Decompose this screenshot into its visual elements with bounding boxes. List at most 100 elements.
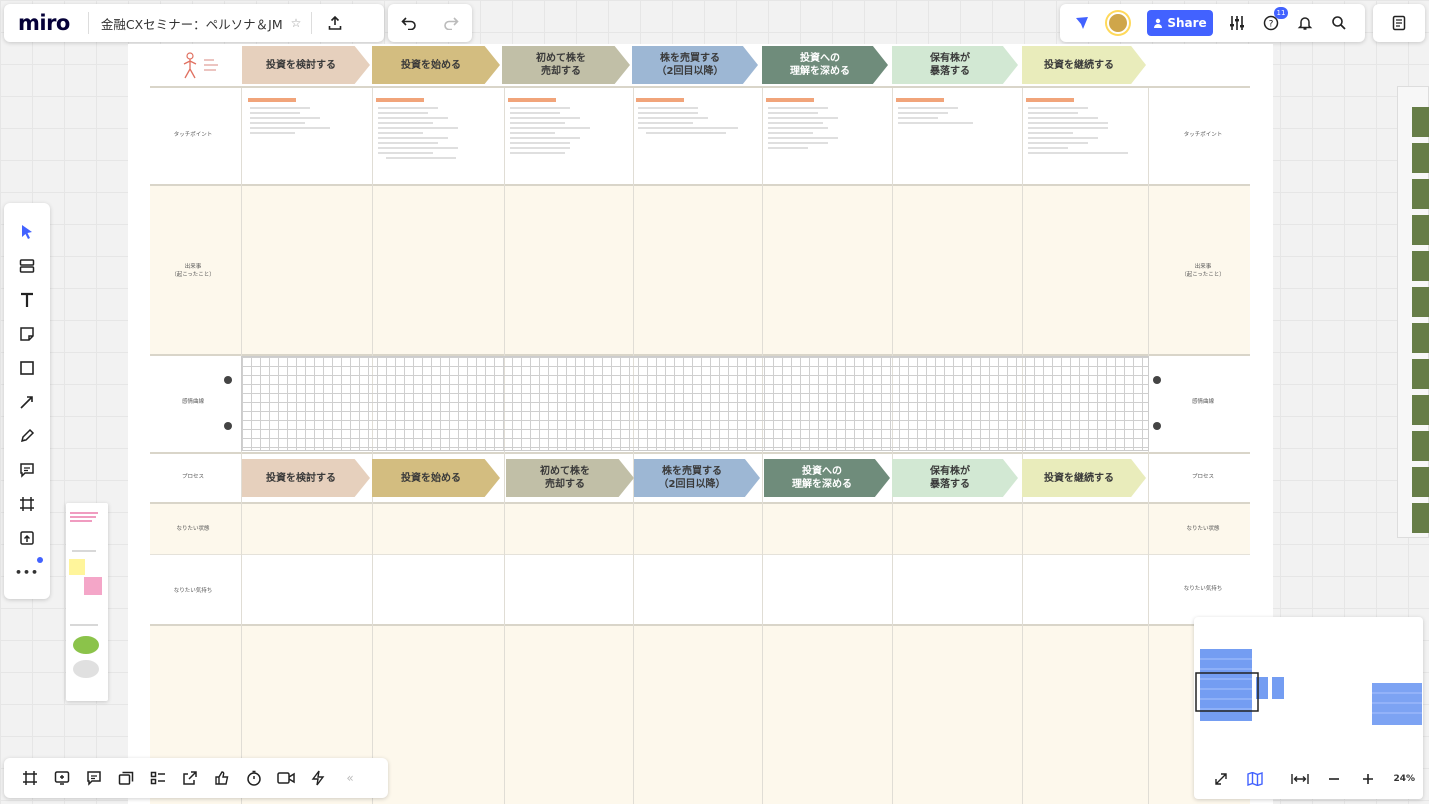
connection-line-icon[interactable] — [10, 387, 44, 417]
touchpoint-note-1[interactable] — [248, 96, 338, 147]
stage-label: 初めて株を 売却する — [536, 53, 586, 77]
stage-arrow-7[interactable]: 投資を継続する — [1022, 46, 1146, 84]
touchpoint-note-5[interactable] — [766, 96, 856, 167]
journey-map-board[interactable]: 投資を検討する 投資を始める 初めて株を 売却する 株を売買する （2回目以降）… — [128, 44, 1273, 804]
templates-icon[interactable] — [10, 251, 44, 281]
cards-icon[interactable] — [114, 766, 138, 790]
stage-arrow-1[interactable]: 投資を検討する — [242, 46, 370, 84]
collapse-toolbar-button[interactable]: « — [338, 766, 362, 790]
redo-icon[interactable] — [439, 11, 463, 35]
miro-logo[interactable]: miro — [18, 11, 70, 35]
user-icon — [1154, 18, 1163, 28]
strip-card[interactable] — [1412, 503, 1429, 533]
cursor-follow-icon[interactable] — [1070, 11, 1094, 35]
frame-icon[interactable] — [18, 766, 42, 790]
strip-card[interactable] — [1412, 323, 1429, 353]
video-icon[interactable] — [274, 766, 298, 790]
process-arrow-3[interactable]: 初めて株を 売却する — [506, 459, 634, 497]
strip-card[interactable] — [1412, 251, 1429, 281]
screen-share-icon[interactable] — [50, 766, 74, 790]
stage-label: 保有株が 暴落する — [930, 53, 970, 77]
comment-icon[interactable] — [82, 766, 106, 790]
negative-marker — [224, 422, 232, 430]
strip-card[interactable] — [1412, 107, 1429, 137]
collaboration-toolbar: « — [4, 758, 388, 798]
stage-arrow-5[interactable]: 投資への 理解を深める — [762, 46, 888, 84]
zoom-level[interactable]: 24% — [1393, 774, 1415, 784]
touchpoint-note-2[interactable] — [376, 96, 476, 177]
process-arrow-6[interactable]: 保有株が 暴落する — [892, 459, 1018, 497]
touchpoint-note-4[interactable] — [636, 96, 746, 147]
fullscreen-icon[interactable] — [1209, 767, 1233, 791]
fit-to-screen-icon[interactable] — [1288, 767, 1312, 791]
row-label-ideal-state: なりたい状態 — [176, 526, 210, 532]
comment-icon[interactable] — [10, 455, 44, 485]
side-frame-strip[interactable] — [1397, 86, 1429, 538]
strip-card[interactable] — [1412, 179, 1429, 209]
avatar[interactable] — [1107, 12, 1129, 34]
stage-arrow-2[interactable]: 投資を始める — [372, 46, 500, 84]
stage-label: 投資への 理解を深める — [790, 53, 850, 77]
strip-card[interactable] — [1412, 143, 1429, 173]
stage-label: 投資を検討する — [266, 472, 336, 484]
process-arrow-5[interactable]: 投資への 理解を深める — [764, 459, 890, 497]
touchpoint-note-6[interactable] — [896, 96, 986, 137]
sticky-note-icon[interactable] — [10, 319, 44, 349]
process-arrow-2[interactable]: 投資を始める — [372, 459, 500, 497]
process-arrow-1[interactable]: 投資を検討する — [242, 459, 370, 497]
stage-arrow-6[interactable]: 保有株が 暴落する — [892, 46, 1018, 84]
legend-card[interactable] — [66, 503, 108, 701]
strip-card[interactable] — [1412, 395, 1429, 425]
notes-panel-button[interactable] — [1373, 4, 1425, 42]
help-icon[interactable]: ? 11 — [1259, 7, 1288, 35]
bell-icon[interactable] — [1293, 11, 1317, 35]
undo-icon[interactable] — [397, 11, 421, 35]
stage-arrow-3[interactable]: 初めて株を 売却する — [502, 46, 630, 84]
minimap[interactable]: 24% — [1194, 617, 1423, 799]
row-label-process: プロセス — [181, 474, 204, 480]
upload-icon[interactable] — [10, 523, 44, 553]
share-label: Share — [1167, 16, 1207, 30]
strip-card[interactable] — [1412, 467, 1429, 497]
list-icon[interactable] — [146, 766, 170, 790]
stage-arrow-4[interactable]: 株を売買する （2回目以降） — [632, 46, 758, 84]
strip-card[interactable] — [1412, 215, 1429, 245]
pen-icon[interactable] — [10, 421, 44, 451]
process-arrow-4[interactable]: 株を売買する （2回目以降） — [634, 459, 760, 497]
stage-label: 投資を始める — [401, 472, 461, 484]
star-icon[interactable]: ☆ — [291, 16, 302, 30]
share-button[interactable]: Share — [1147, 10, 1213, 36]
negative-marker-right — [1153, 422, 1161, 430]
settings-sliders-icon[interactable] — [1225, 11, 1249, 35]
process-arrow-7[interactable]: 投資を継続する — [1022, 459, 1146, 497]
board-title[interactable]: 金融CXセミナー：ペルソナ＆JM — [101, 14, 283, 33]
zoom-in-icon[interactable] — [1356, 767, 1380, 791]
map-icon[interactable] — [1243, 767, 1267, 791]
row-label-process-right: プロセス — [1191, 474, 1214, 480]
emotion-curve-grid[interactable] — [241, 356, 1149, 451]
touchpoint-note-7[interactable] — [1026, 96, 1136, 172]
text-icon[interactable] — [10, 285, 44, 315]
zoom-out-icon[interactable] — [1322, 767, 1346, 791]
lightning-icon[interactable] — [306, 766, 330, 790]
frame-icon[interactable] — [10, 489, 44, 519]
row-label-event: 出来事 （起こったこと） — [171, 264, 215, 278]
strip-card[interactable] — [1412, 431, 1429, 461]
search-icon[interactable] — [1327, 11, 1351, 35]
row-label-event-right: 出来事 （起こったこと） — [1181, 264, 1225, 278]
touchpoint-note-3[interactable] — [508, 96, 598, 167]
minimap-canvas[interactable] — [1194, 617, 1423, 757]
row-label-ideal-feeling-right: なりたい気持ち — [1183, 586, 1223, 592]
timer-icon[interactable] — [242, 766, 266, 790]
export-icon[interactable] — [178, 766, 202, 790]
strip-card[interactable] — [1412, 287, 1429, 317]
select-icon[interactable] — [10, 217, 44, 247]
export-icon[interactable] — [322, 10, 348, 36]
help-badge: 11 — [1274, 7, 1288, 19]
like-icon[interactable] — [210, 766, 234, 790]
shape-icon[interactable] — [10, 353, 44, 383]
stage-label: 保有株が 暴落する — [930, 466, 970, 490]
row-divider — [150, 86, 1250, 88]
row-label-touchpoint-right: タッチポイント — [1183, 132, 1223, 138]
strip-card[interactable] — [1412, 359, 1429, 389]
